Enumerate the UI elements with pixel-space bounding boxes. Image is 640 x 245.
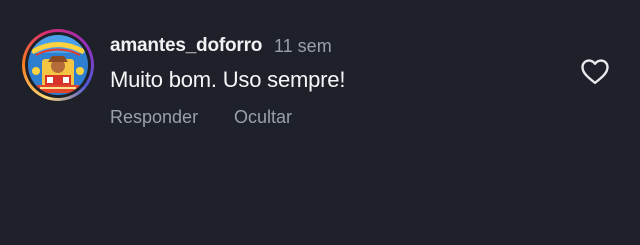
avatar-image <box>28 35 88 95</box>
comment-item: amantes_doforro 11 sem Muito bom. Uso se… <box>0 0 640 245</box>
comment-timestamp: 11 sem <box>274 36 332 56</box>
reply-button[interactable]: Responder <box>110 107 198 128</box>
heart-outline-icon[interactable] <box>580 57 610 85</box>
comment-username[interactable]: amantes_doforro <box>110 35 262 57</box>
comment-text: Muito bom. Uso sempre! <box>110 67 346 92</box>
avatar-illustration <box>28 35 88 95</box>
avatar[interactable] <box>22 29 94 101</box>
hide-button[interactable]: Ocultar <box>234 107 292 128</box>
like-heart-svg <box>581 59 609 85</box>
